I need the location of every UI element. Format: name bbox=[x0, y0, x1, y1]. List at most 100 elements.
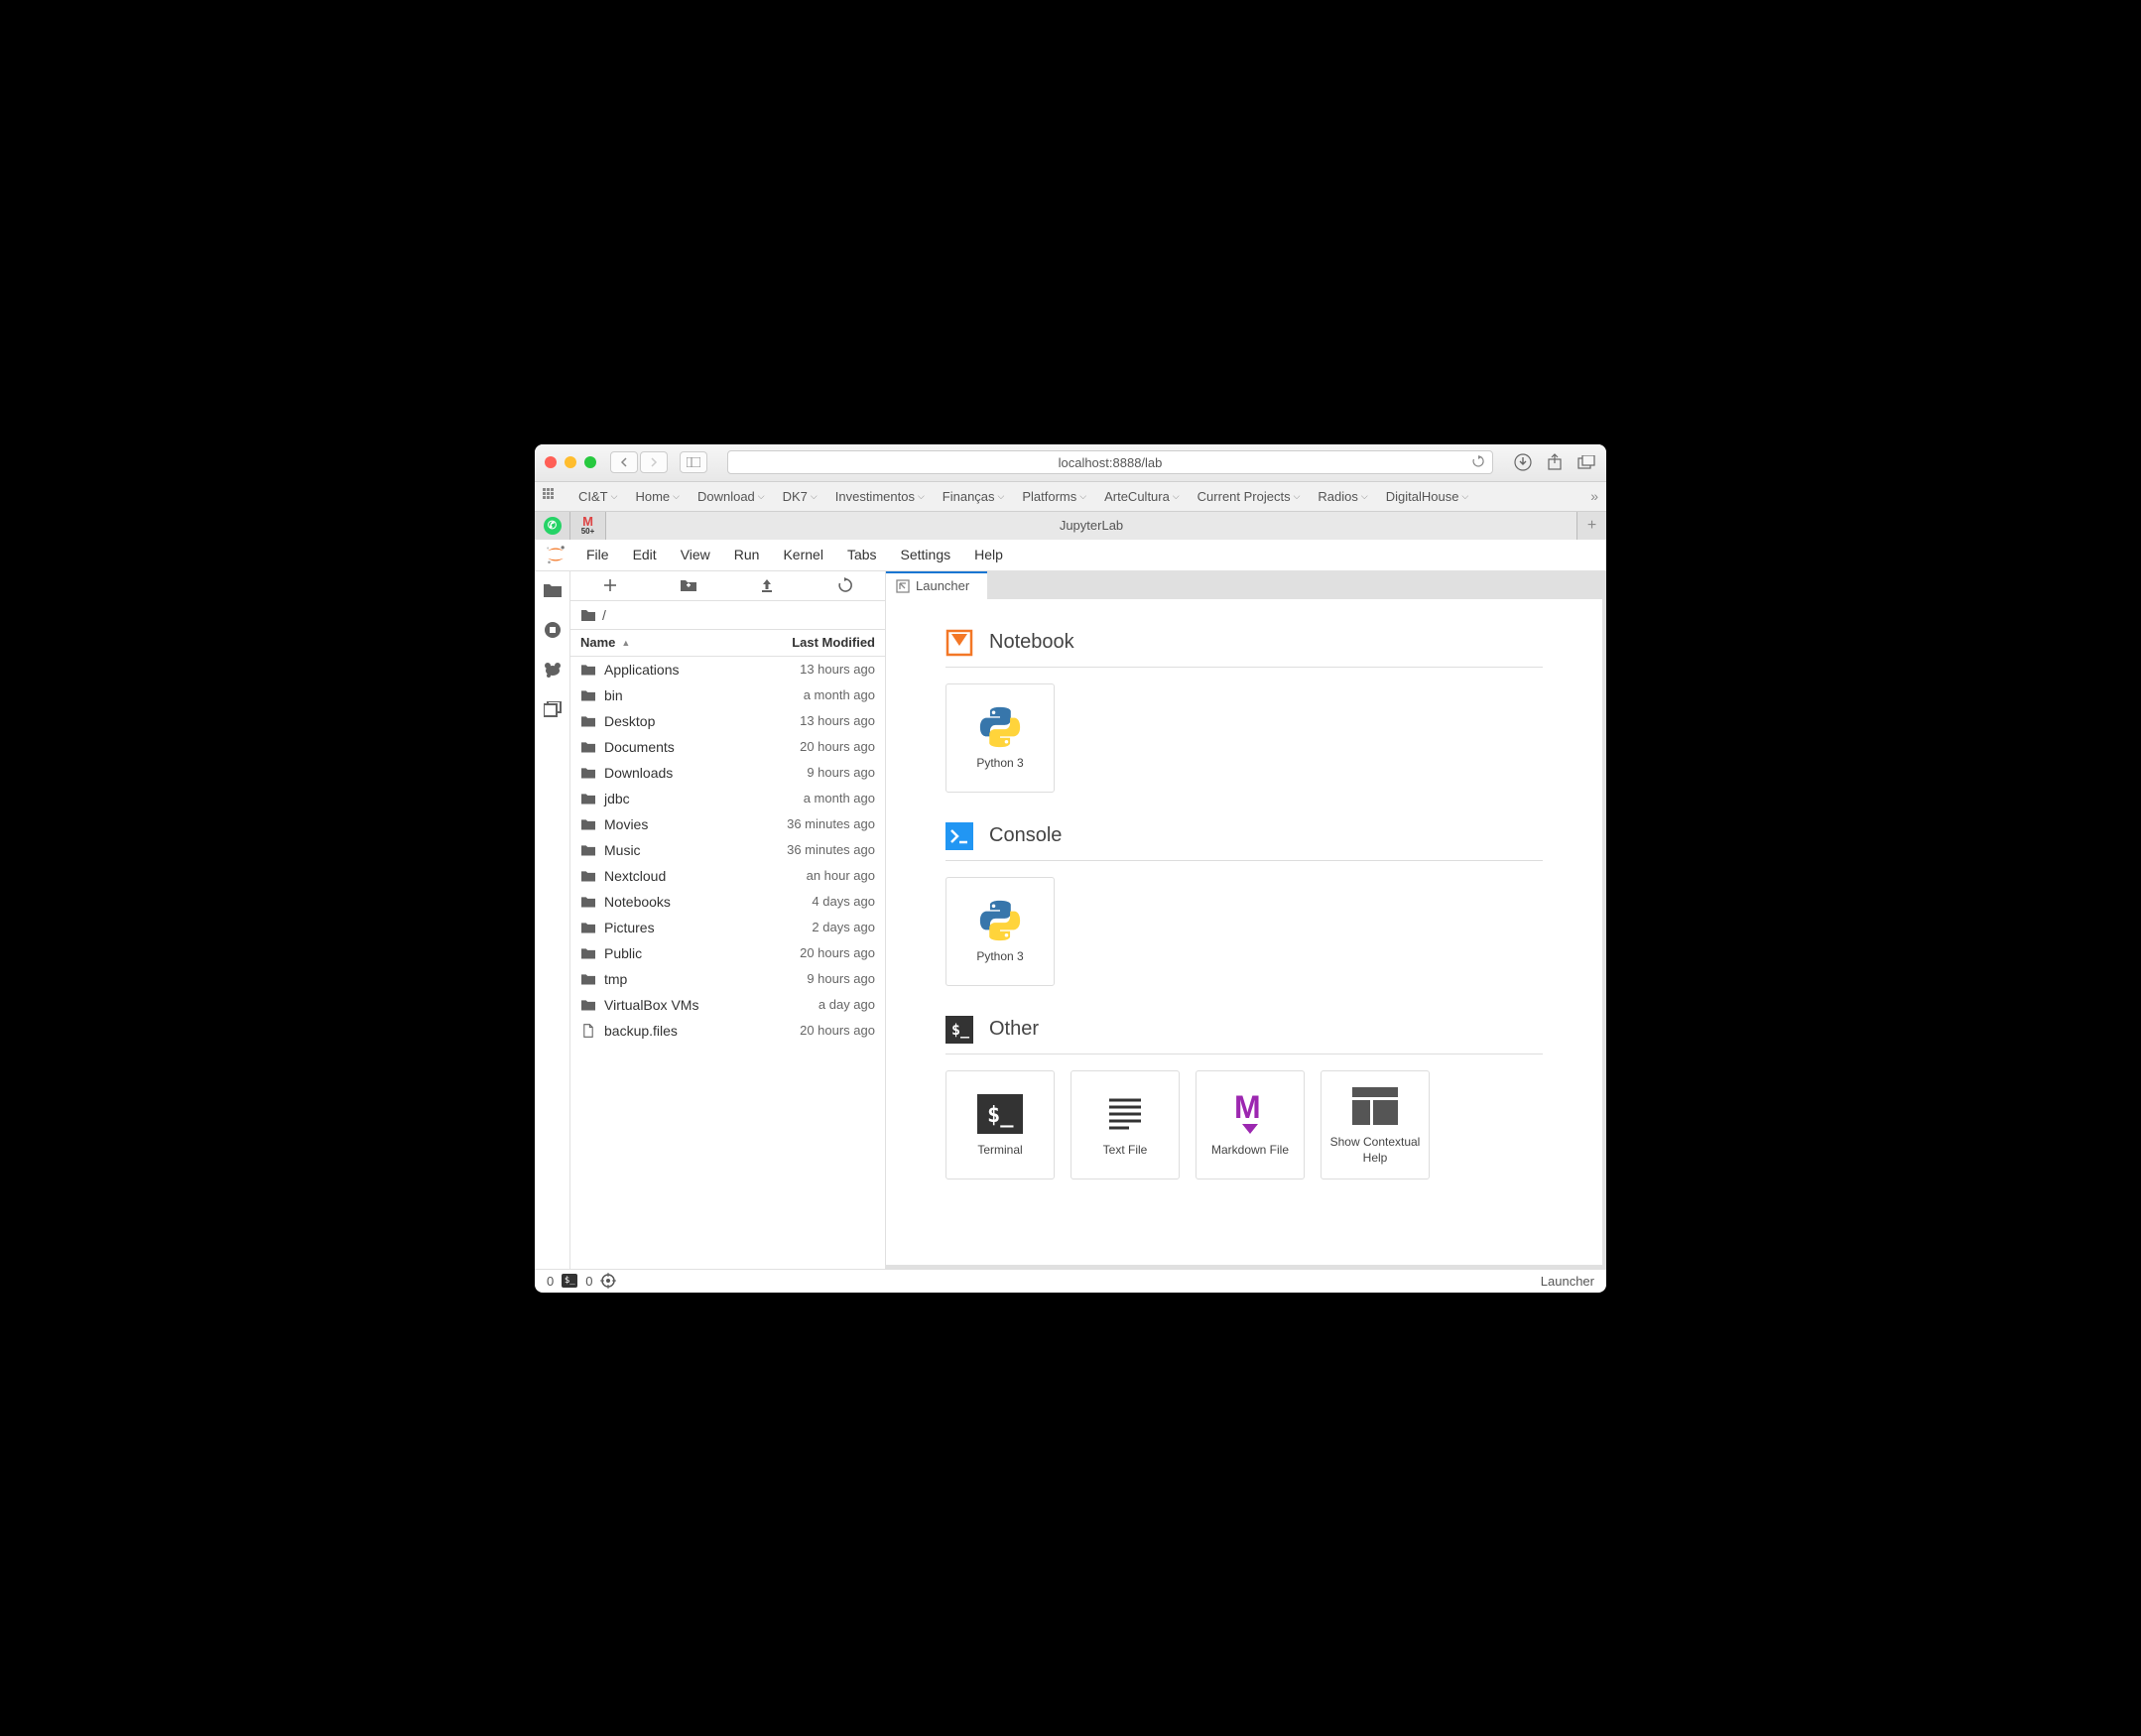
file-icon bbox=[580, 1024, 596, 1038]
tab-gmail[interactable]: M50+ bbox=[570, 512, 606, 540]
file-name: Pictures bbox=[604, 920, 655, 935]
status-kernels-count[interactable]: 0 bbox=[585, 1274, 592, 1289]
tab-jupyterlab[interactable]: JupyterLab bbox=[606, 512, 1576, 540]
card-text-file[interactable]: Text File bbox=[1070, 1070, 1180, 1179]
upload-button[interactable] bbox=[757, 575, 777, 595]
tab-launcher[interactable]: Launcher bbox=[886, 571, 987, 599]
tabs-icon[interactable] bbox=[1576, 452, 1596, 472]
new-folder-button[interactable] bbox=[679, 575, 698, 595]
chevron-down-icon: ⌵ bbox=[1361, 491, 1368, 502]
bookmark-item[interactable]: DigitalHouse⌵ bbox=[1378, 487, 1477, 506]
card-terminal[interactable]: $_ Terminal bbox=[945, 1070, 1055, 1179]
bookmark-item[interactable]: Radios⌵ bbox=[1310, 487, 1375, 506]
file-modified: 2 days ago bbox=[812, 920, 875, 934]
file-modified: 13 hours ago bbox=[800, 713, 875, 728]
column-name-header[interactable]: Name ▲ bbox=[580, 635, 630, 650]
file-row[interactable]: Notebooks4 days ago bbox=[570, 889, 885, 915]
chevron-down-icon: ⌵ bbox=[998, 491, 1005, 502]
folder-icon bbox=[580, 869, 596, 883]
file-row[interactable]: bina month ago bbox=[570, 682, 885, 708]
bookmark-item[interactable]: DK7⌵ bbox=[775, 487, 825, 506]
folder-icon bbox=[580, 688, 596, 702]
menu-settings[interactable]: Settings bbox=[889, 543, 963, 566]
filebrowser-panel: / Name ▲ Last Modified Applications13 ho… bbox=[570, 571, 886, 1269]
back-button[interactable] bbox=[610, 451, 638, 473]
file-row[interactable]: Applications13 hours ago bbox=[570, 657, 885, 682]
maximize-window-button[interactable] bbox=[584, 456, 596, 468]
file-row[interactable]: Documents20 hours ago bbox=[570, 734, 885, 760]
menu-view[interactable]: View bbox=[669, 543, 722, 566]
file-row[interactable]: tmp9 hours ago bbox=[570, 966, 885, 992]
downloads-icon[interactable] bbox=[1513, 452, 1533, 472]
menu-help[interactable]: Help bbox=[962, 543, 1015, 566]
sidebar-tab-filebrowser[interactable] bbox=[542, 579, 564, 601]
file-row[interactable]: Music36 minutes ago bbox=[570, 837, 885, 863]
sidebar-tab-running[interactable] bbox=[542, 619, 564, 641]
file-row[interactable]: Public20 hours ago bbox=[570, 940, 885, 966]
file-modified: 20 hours ago bbox=[800, 1023, 875, 1038]
card-contextual-help[interactable]: Show Contextual Help bbox=[1321, 1070, 1430, 1179]
bookmark-item[interactable]: Platforms⌵ bbox=[1014, 487, 1094, 506]
file-row[interactable]: VirtualBox VMsa day ago bbox=[570, 992, 885, 1018]
launcher-tab-icon bbox=[896, 579, 910, 593]
kernel-status-icon[interactable] bbox=[600, 1273, 616, 1289]
menu-edit[interactable]: Edit bbox=[621, 543, 669, 566]
sidebar-tab-commands[interactable] bbox=[542, 659, 564, 681]
chevron-down-icon: ⌵ bbox=[918, 491, 925, 502]
address-bar[interactable]: localhost:8888/lab bbox=[727, 450, 1493, 474]
card-markdown-file[interactable]: M Markdown File bbox=[1196, 1070, 1305, 1179]
svg-text:$_: $_ bbox=[951, 1021, 970, 1039]
favorites-grid-icon[interactable] bbox=[543, 488, 559, 504]
statusbar: 0 $_ 0 Launcher bbox=[535, 1269, 1606, 1293]
console-section-title: Console bbox=[989, 824, 1062, 847]
bookmark-item[interactable]: CI&T⌵ bbox=[570, 487, 625, 506]
column-modified-header[interactable]: Last Modified bbox=[792, 635, 875, 650]
status-terminals-count[interactable]: 0 bbox=[547, 1274, 554, 1289]
forward-button[interactable] bbox=[640, 451, 668, 473]
file-modified: an hour ago bbox=[807, 868, 875, 883]
bookmark-item[interactable]: Current Projects⌵ bbox=[1190, 487, 1309, 506]
notebook-section-title: Notebook bbox=[989, 631, 1074, 654]
menu-run[interactable]: Run bbox=[722, 543, 772, 566]
file-modified: 36 minutes ago bbox=[787, 842, 875, 857]
file-row[interactable]: Pictures 2 days ago bbox=[570, 915, 885, 940]
bookmark-item[interactable]: Investimentos⌵ bbox=[827, 487, 933, 506]
close-window-button[interactable] bbox=[545, 456, 557, 468]
tab-whatsapp[interactable]: ✆ bbox=[535, 512, 570, 540]
status-right-text[interactable]: Launcher bbox=[1541, 1274, 1594, 1289]
menu-file[interactable]: File bbox=[574, 543, 621, 566]
new-launcher-button[interactable] bbox=[600, 575, 620, 595]
bookmark-item[interactable]: Finanças⌵ bbox=[935, 487, 1013, 506]
folder-icon bbox=[580, 608, 596, 622]
python-icon bbox=[977, 898, 1023, 943]
terminal-status-icon[interactable]: $_ bbox=[562, 1274, 577, 1288]
file-row[interactable]: jdbca month ago bbox=[570, 786, 885, 811]
sidebar-tab-tabs[interactable] bbox=[542, 698, 564, 720]
bookmark-item[interactable]: ArteCultura⌵ bbox=[1096, 487, 1188, 506]
jupyterlab-app: FileEditViewRunKernelTabsSettingsHelp bbox=[535, 540, 1606, 1293]
file-row[interactable]: Downloads9 hours ago bbox=[570, 760, 885, 786]
sidebar-toggle-button[interactable] bbox=[680, 451, 707, 473]
reload-icon[interactable] bbox=[1472, 455, 1484, 470]
bookmark-item[interactable]: Home⌵ bbox=[627, 487, 688, 506]
card-console-python3[interactable]: Python 3 bbox=[945, 877, 1055, 986]
folder-icon bbox=[580, 998, 596, 1012]
file-name: Desktop bbox=[604, 713, 655, 729]
file-row[interactable]: Desktop 13 hours ago bbox=[570, 708, 885, 734]
file-row[interactable]: Nextcloudan hour ago bbox=[570, 863, 885, 889]
breadcrumb[interactable]: / bbox=[570, 601, 885, 629]
minimize-window-button[interactable] bbox=[565, 456, 576, 468]
bookmarks-overflow[interactable]: » bbox=[1590, 488, 1598, 504]
file-modified: 13 hours ago bbox=[800, 662, 875, 677]
menu-kernel[interactable]: Kernel bbox=[771, 543, 834, 566]
menu-tabs[interactable]: Tabs bbox=[835, 543, 889, 566]
file-modified: a month ago bbox=[804, 687, 875, 702]
refresh-button[interactable] bbox=[835, 575, 855, 595]
file-row[interactable]: backup.files20 hours ago bbox=[570, 1018, 885, 1044]
file-name: VirtualBox VMs bbox=[604, 997, 698, 1013]
share-icon[interactable] bbox=[1545, 452, 1565, 472]
file-row[interactable]: Movies36 minutes ago bbox=[570, 811, 885, 837]
new-tab-button[interactable]: + bbox=[1576, 512, 1606, 540]
card-notebook-python3[interactable]: Python 3 bbox=[945, 683, 1055, 793]
bookmark-item[interactable]: Download⌵ bbox=[690, 487, 773, 506]
